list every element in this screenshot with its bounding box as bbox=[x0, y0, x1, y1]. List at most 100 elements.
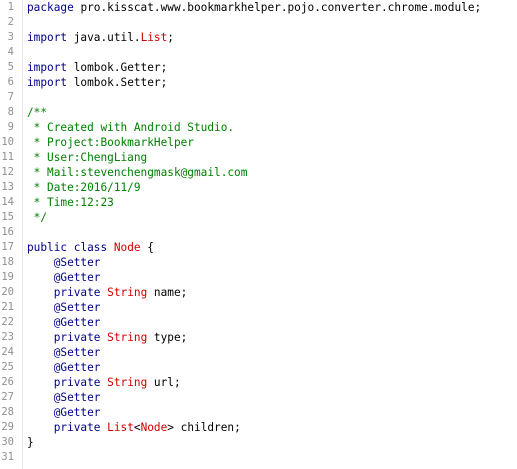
code-text: private String type; bbox=[27, 330, 188, 345]
code-token-type: String bbox=[107, 331, 148, 344]
code-line[interactable]: 15 */ bbox=[0, 210, 517, 225]
code-token-comment: */ bbox=[27, 211, 48, 224]
code-text: * Project:BookmarkHelper bbox=[27, 135, 194, 150]
code-area[interactable]: 1 package pro.kisscat.www.bookmarkhelper.… bbox=[0, 0, 517, 469]
code-token-plain: pro.kisscat.www.bookmarkhelper.pojo.conv… bbox=[73, 1, 482, 14]
line-number: 2 bbox=[7, 16, 14, 28]
code-text: } bbox=[27, 435, 34, 450]
line-number: 27 bbox=[1, 391, 14, 403]
code-token-kw: class bbox=[73, 241, 108, 254]
code-line[interactable]: 9 * Created with Android Studio. bbox=[0, 120, 517, 135]
line-number: 30 bbox=[1, 436, 14, 448]
line-number: 22 bbox=[1, 316, 14, 328]
code-line[interactable]: 6 import lombok.Setter; bbox=[0, 75, 517, 90]
code-line[interactable]: 11 * User:ChengLiang bbox=[0, 150, 517, 165]
code-line[interactable]: 10 * Project:BookmarkHelper bbox=[0, 135, 517, 150]
code-line[interactable]: 16 bbox=[0, 225, 517, 240]
line-number: 17 bbox=[1, 241, 14, 253]
code-token-plain: lombok.Setter; bbox=[67, 76, 168, 89]
code-token-plain: ; bbox=[167, 31, 174, 44]
code-line[interactable]: 28 @Getter bbox=[0, 405, 517, 420]
code-token-plain: type; bbox=[147, 331, 188, 344]
code-text: * User:ChengLiang bbox=[27, 150, 148, 165]
code-line[interactable]: 8 /** bbox=[0, 105, 517, 120]
code-token-comment: * User:ChengLiang bbox=[27, 151, 148, 164]
code-token-kw: private bbox=[53, 421, 101, 434]
code-token-type: String bbox=[107, 376, 148, 389]
line-number: 9 bbox=[7, 121, 14, 133]
code-token-anno: @Setter bbox=[53, 301, 101, 314]
code-text: import lombok.Getter; bbox=[27, 60, 167, 75]
code-token-plain: url; bbox=[147, 376, 181, 389]
code-token-anno: @Setter bbox=[53, 256, 101, 269]
code-text: @Setter bbox=[27, 345, 101, 360]
code-line[interactable]: 4 bbox=[0, 45, 517, 60]
code-editor[interactable]: 1 package pro.kisscat.www.bookmarkhelper.… bbox=[0, 0, 517, 469]
code-token-anno: @Getter bbox=[53, 406, 101, 419]
code-token-kw: package bbox=[27, 1, 74, 14]
code-token-anno: @Setter bbox=[53, 391, 101, 404]
line-number: 7 bbox=[7, 91, 14, 103]
code-token-plain: java.util. bbox=[67, 31, 141, 44]
code-line[interactable]: 26 private String url; bbox=[0, 375, 517, 390]
code-line[interactable]: 31 bbox=[0, 450, 517, 465]
line-number: 18 bbox=[1, 256, 14, 268]
line-number: 29 bbox=[1, 421, 14, 433]
code-token-plain: > children; bbox=[167, 421, 241, 434]
code-line[interactable]: 17 public class Node { bbox=[0, 240, 517, 255]
code-token-kw: private bbox=[53, 376, 101, 389]
code-line[interactable]: 22 @Getter bbox=[0, 315, 517, 330]
code-line[interactable]: 3 import java.util.List; bbox=[0, 30, 517, 45]
code-token-anno: @Getter bbox=[53, 271, 101, 284]
code-line[interactable]: 13 * Date:2016/11/9 bbox=[0, 180, 517, 195]
code-token-type: List bbox=[140, 31, 168, 44]
line-number: 26 bbox=[1, 376, 14, 388]
code-token-kw: import bbox=[27, 76, 68, 89]
line-number: 19 bbox=[1, 271, 14, 283]
line-number: 1 bbox=[7, 1, 14, 13]
code-line[interactable]: 24 @Setter bbox=[0, 345, 517, 360]
code-line[interactable]: 30} bbox=[0, 435, 517, 450]
code-line[interactable]: 27 @Setter bbox=[0, 390, 517, 405]
code-line[interactable]: 21 @Setter bbox=[0, 300, 517, 315]
code-token-comment: * Mail:stevenchengmask@gmail.com bbox=[27, 166, 248, 179]
code-text: * Created with Android Studio. bbox=[27, 120, 234, 135]
code-token-plain: < bbox=[133, 421, 141, 434]
code-text: @Getter bbox=[27, 405, 101, 420]
code-line[interactable]: 7 bbox=[0, 90, 517, 105]
code-line[interactable]: 19 @Getter bbox=[0, 270, 517, 285]
code-token-plain: { bbox=[140, 241, 154, 254]
code-text: @Setter bbox=[27, 255, 101, 270]
code-text: public class Node { bbox=[27, 240, 154, 255]
code-text: package pro.kisscat.www.bookmarkhelper.p… bbox=[27, 0, 481, 15]
code-line[interactable]: 2 bbox=[0, 15, 517, 30]
line-number: 16 bbox=[1, 226, 14, 238]
code-text: */ bbox=[27, 210, 47, 225]
code-line[interactable]: 25 @Getter bbox=[0, 360, 517, 375]
code-line[interactable]: 14 * Time:12:23 bbox=[0, 195, 517, 210]
code-line[interactable]: 29 private List<Node> children; bbox=[0, 420, 517, 435]
code-text: import java.util.List; bbox=[27, 30, 174, 45]
code-line[interactable]: 1 package pro.kisscat.www.bookmarkhelper.… bbox=[0, 0, 517, 15]
code-token-kw: private bbox=[53, 331, 101, 344]
code-line[interactable]: 12 * Mail:stevenchengmask@gmail.com bbox=[0, 165, 517, 180]
code-text: @Setter bbox=[27, 300, 101, 315]
code-token-anno: @Setter bbox=[53, 346, 101, 359]
code-line[interactable]: 5 import lombok.Getter; bbox=[0, 60, 517, 75]
code-text: * Date:2016/11/9 bbox=[27, 180, 141, 195]
code-text: /** bbox=[27, 105, 47, 120]
code-line[interactable]: 20 private String name; bbox=[0, 285, 517, 300]
line-number: 31 bbox=[1, 451, 14, 463]
line-number: 25 bbox=[1, 361, 14, 373]
code-token-plain: lombok.Getter; bbox=[67, 61, 168, 74]
code-token-type: List bbox=[107, 421, 134, 434]
code-token-comment: * Project:BookmarkHelper bbox=[27, 136, 194, 149]
code-line[interactable]: 23 private String type; bbox=[0, 330, 517, 345]
code-line[interactable]: 18 @Setter bbox=[0, 255, 517, 270]
